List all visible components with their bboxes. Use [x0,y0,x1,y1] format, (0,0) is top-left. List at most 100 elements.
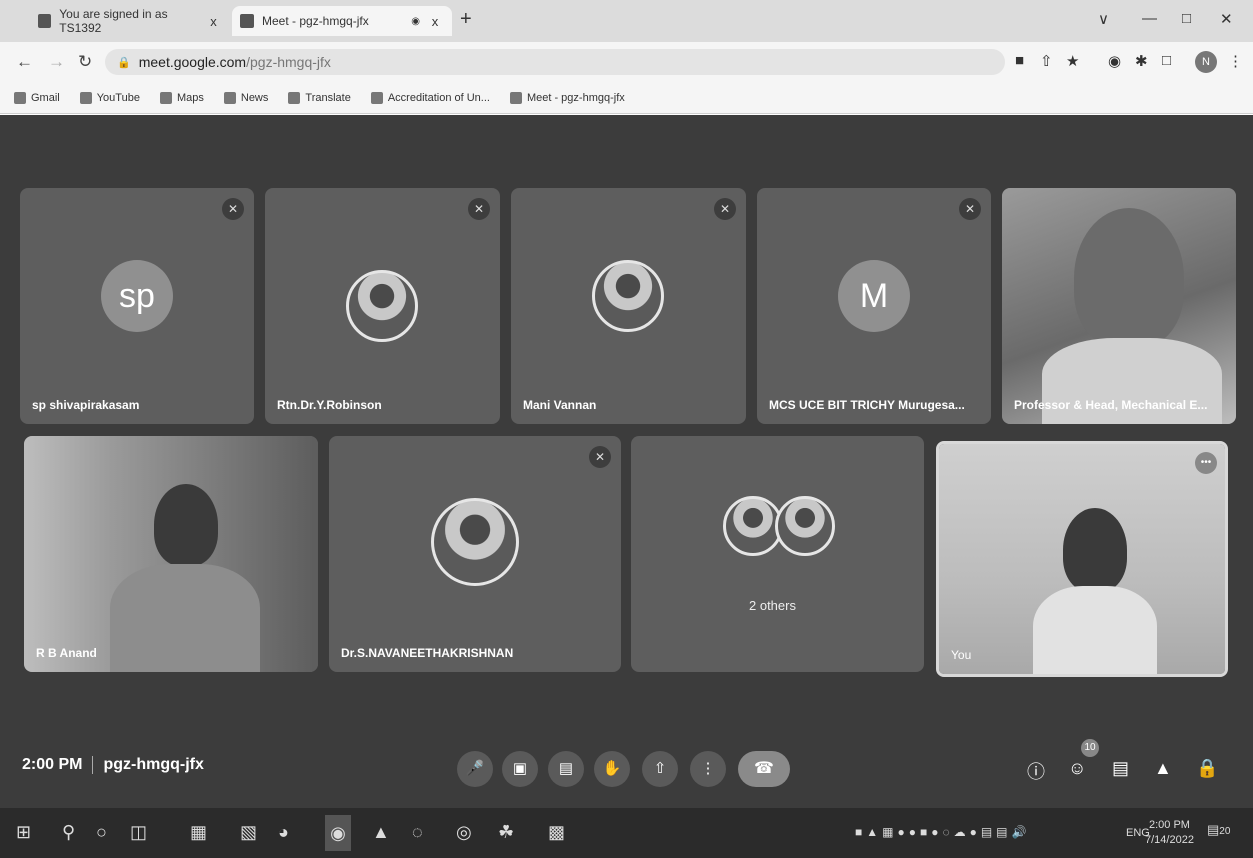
participant-tile[interactable]: ✕ Dr.S.NAVANEETHAKRISHNAN [329,436,621,672]
participant-tile[interactable]: Professor & Head, Mechanical E... [1002,188,1236,424]
bookmark-gmail[interactable]: Gmail [14,91,60,104]
url-host: meet.google.com [138,54,247,70]
participant-video-figure [1063,508,1127,592]
bookmark-translate[interactable]: Translate [288,91,351,104]
taskbar-clock[interactable]: 2:00 PM 7/14/2022 [1145,818,1194,848]
camera-in-use-icon[interactable]: ■ [1015,52,1024,69]
tab-search-icon[interactable]: ∨ [1098,10,1109,28]
people-icon[interactable]: ☺ [1068,758,1086,779]
raise-hand-button[interactable]: ✋ [594,751,630,787]
others-tile[interactable]: 2 others [631,436,924,672]
new-tab-button[interactable]: + [460,8,472,31]
participant-tile[interactable]: R B Anand [24,436,318,672]
activities-icon[interactable]: ▲ [1154,758,1172,779]
present-button[interactable]: ⇧ [642,751,678,787]
participant-name: Dr.S.NAVANEETHAKRISHNAN [341,646,514,660]
microphone-button[interactable]: 🎤 [457,751,493,787]
windows-taskbar: ⊞ ⚲ ○ ◫ ▦ ▧ ◕ ◉ ▲ ◌ ◎ ☘ ▩ ■▲▦●●■●◌☁●▤▤🔊 … [0,808,1253,858]
share-icon[interactable]: ⇧ [1040,52,1053,70]
meeting-details: 2:00 PM pgz-hmgq-jfx [22,756,204,774]
extensions-puzzle-icon[interactable]: ✱ [1135,52,1148,70]
forward-icon[interactable]: → [48,52,65,72]
meet-stage: sp ✕ sp shivapirakasam ✕ Rtn.Dr.Y.Robins… [0,115,1253,808]
others-label: 2 others [749,598,796,613]
avatar: M [838,260,910,332]
participant-tile[interactable]: ✕ Mani Vannan [511,188,746,424]
back-icon[interactable]: ← [16,52,33,72]
task-view-icon[interactable]: ◫ [130,822,147,843]
participant-video-figure [154,484,218,566]
word-icon[interactable]: ▧ [240,822,257,843]
captions-button[interactable]: ▤ [548,751,584,787]
close-window-button[interactable]: ✕ [1220,10,1233,28]
bookmark-maps[interactable]: Maps [159,91,204,104]
cortana-icon[interactable]: ○ [96,822,107,843]
vlc-icon[interactable]: ▲ [372,822,390,843]
mic-off-icon: ✕ [959,198,981,220]
tab-close-icon[interactable]: x [205,14,222,29]
system-tray-icons[interactable]: ■▲▦●●■●◌☁●▤▤🔊 [855,825,1030,839]
menu-kebab-icon[interactable]: ⋮ [1228,52,1243,70]
app-icon[interactable]: ▩ [548,822,565,843]
lock-icon: 🔒 [117,56,131,69]
bookmark-news[interactable]: News [223,91,268,104]
notification-center-icon[interactable]: ▤20 [1207,822,1230,838]
maps-icon [159,91,172,104]
bookmark-youtube[interactable]: YouTube [79,91,140,104]
reload-icon[interactable]: ↻ [78,52,92,72]
meet-favicon-icon [240,14,254,28]
bookmark-accreditation[interactable]: Accreditation of Un... [370,91,490,104]
more-options-button[interactable]: ••• [1195,452,1217,474]
clock-date: 7/14/2022 [1145,834,1194,846]
restore-button[interactable]: □ [1182,10,1191,27]
leave-call-button[interactable]: ☎ [738,751,790,787]
host-controls-icon[interactable]: 🔒 [1196,758,1218,779]
windows-start-icon[interactable]: ⊞ [16,822,31,843]
site-favicon-icon [38,14,52,28]
minimize-button[interactable]: — [1142,10,1157,27]
app-icon[interactable]: ◎ [456,822,472,843]
tab-meet[interactable]: Meet - pgz-hmgq-jfx ◉ x [232,6,452,36]
mic-off-icon: ✕ [714,198,736,220]
participant-name: You [951,648,972,662]
app-icon[interactable]: ☘ [498,822,514,843]
camera-button[interactable]: ▣ [502,751,538,787]
participant-name: Professor & Head, Mechanical E... [1014,398,1208,412]
tab-close-icon[interactable]: x [426,14,444,29]
meeting-time: 2:00 PM [22,756,83,773]
avatar [775,496,835,556]
meet-icon [509,91,522,104]
app-icon[interactable]: ◌ [412,822,423,843]
extension-icon[interactable]: ◉ [1108,52,1121,70]
recording-dot-icon: ◉ [411,15,420,27]
participant-name: Mani Vannan [523,398,597,412]
address-bar[interactable]: 🔒 meet.google.com /pgz-hmgq-jfx [105,49,1005,75]
file-explorer-icon[interactable]: ▦ [190,822,207,843]
url-path: /pgz-hmgq-jfx [246,54,331,70]
participant-tile[interactable]: M ✕ MCS UCE BIT TRICHY Murugesa... [757,188,991,424]
avatar [431,498,519,586]
gmail-icon [14,91,26,104]
tab-title: You are signed in as TS1392 [59,7,168,35]
chrome-icon[interactable]: ◉ [325,815,351,851]
tab-strip: You are signed in as TS1392 x Meet - pgz… [0,0,1253,42]
participant-video-body [110,564,260,672]
participant-tile[interactable]: ✕ Rtn.Dr.Y.Robinson [265,188,500,424]
mic-off-icon: ✕ [589,446,611,468]
search-icon[interactable]: ⚲ [62,822,75,843]
participant-tile[interactable]: sp ✕ sp shivapirakasam [20,188,254,424]
info-icon[interactable]: ⓘ [1027,758,1045,784]
self-view-tile[interactable]: ••• You [936,441,1228,677]
bookmark-meet[interactable]: Meet - pgz-hmgq-jfx [509,91,625,104]
bookmark-star-icon[interactable]: ★ [1066,52,1079,70]
chat-icon[interactable]: ▤ [1112,758,1129,779]
side-panel-icon[interactable]: □ [1162,52,1171,69]
profile-avatar[interactable]: N [1195,51,1217,73]
avatar [346,270,418,342]
divider [92,756,94,774]
participant-name: MCS UCE BIT TRICHY Murugesa... [769,398,965,412]
more-options-button[interactable]: ⋮ [690,751,726,787]
avatar [592,260,664,332]
edge-icon[interactable]: ◕ [278,822,289,843]
tab-signed-in[interactable]: You are signed in as TS1392 x [30,6,230,36]
